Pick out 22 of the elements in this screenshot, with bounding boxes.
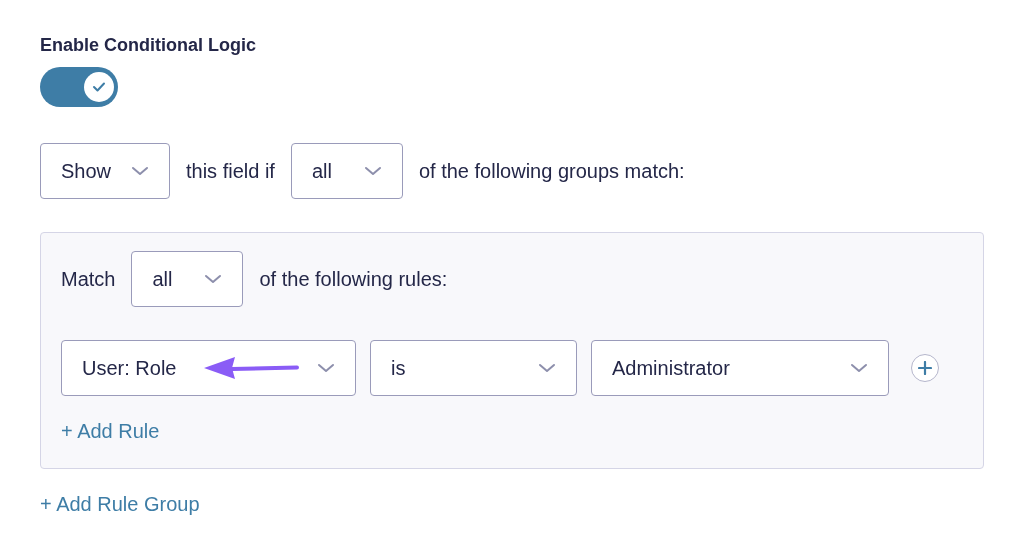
rule-operator-dropdown[interactable]: is bbox=[370, 340, 577, 396]
match-dropdown[interactable]: all bbox=[131, 251, 244, 307]
condition-text: of the following groups match: bbox=[418, 159, 685, 184]
chevron-down-icon bbox=[317, 363, 335, 373]
add-rule-group-link[interactable]: + Add Rule Group bbox=[40, 489, 200, 519]
checkmark-icon bbox=[92, 81, 106, 93]
rule-value-dropdown[interactable]: Administrator bbox=[591, 340, 889, 396]
chevron-down-icon bbox=[363, 166, 382, 176]
rule-field-dropdown[interactable]: User: Role bbox=[61, 340, 356, 396]
add-rule-link[interactable]: + Add Rule bbox=[61, 416, 160, 446]
logic-dropdown[interactable]: all bbox=[290, 143, 403, 199]
action-dropdown[interactable]: Show bbox=[40, 143, 170, 199]
toggle-switch[interactable] bbox=[40, 67, 118, 107]
add-icon[interactable] bbox=[911, 354, 939, 382]
chevron-down-icon bbox=[850, 363, 868, 373]
match-label: Match bbox=[61, 267, 116, 292]
condition-text: this field if bbox=[186, 159, 275, 184]
chevron-down-icon bbox=[131, 166, 149, 176]
chevron-down-icon bbox=[204, 274, 223, 284]
chevron-down-icon bbox=[538, 363, 556, 373]
toggle-label: Enable Conditional Logic bbox=[40, 34, 257, 57]
match-text: of the following rules: bbox=[259, 267, 448, 292]
